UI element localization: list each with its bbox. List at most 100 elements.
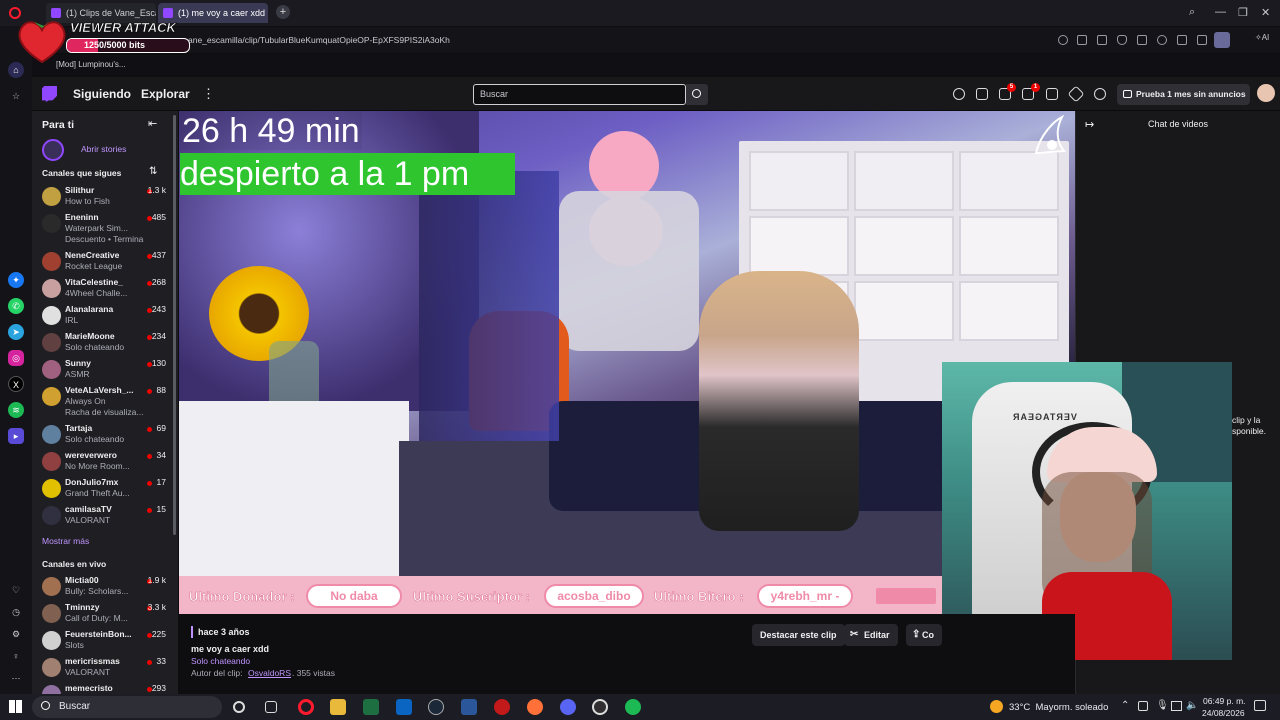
- search-tabs-icon[interactable]: ⌕: [1189, 6, 1195, 19]
- followed-channel-item[interactable]: Sunny ASMR 130: [42, 356, 172, 382]
- tips-icon[interactable]: ♀: [8, 648, 24, 664]
- followed-channel-item[interactable]: VitaCelestine_ 4Wheel Challe... 268: [42, 275, 172, 301]
- camera-icon[interactable]: [1097, 35, 1107, 45]
- aria-ai-icon[interactable]: ✧AI: [1255, 33, 1269, 42]
- followed-channel-item[interactable]: Tartaja Solo chateando 69: [42, 421, 172, 447]
- instagram-icon[interactable]: ◎: [8, 350, 24, 366]
- shield-icon[interactable]: [1117, 35, 1127, 45]
- firefox-icon[interactable]: [527, 699, 543, 715]
- search-button[interactable]: [686, 84, 708, 105]
- whatsapp-icon[interactable]: ✆: [8, 298, 24, 314]
- messenger-icon[interactable]: ✦: [8, 272, 24, 288]
- opera-taskbar-icon[interactable]: [298, 699, 314, 715]
- task-view-icon[interactable]: [265, 701, 277, 713]
- box-icon[interactable]: [1137, 35, 1147, 45]
- edit-clip-button[interactable]: ✂ Editar: [844, 624, 898, 646]
- prime-loot-icon[interactable]: [953, 88, 965, 100]
- show-more-link[interactable]: Mostrar más: [42, 536, 89, 546]
- followed-channel-item[interactable]: Silithur How to Fish 1.3 k: [42, 183, 172, 209]
- open-stories-link[interactable]: Abrir stories: [81, 144, 126, 154]
- discord-icon[interactable]: [560, 699, 576, 715]
- edit-icon[interactable]: [1077, 35, 1087, 45]
- followed-channel-item[interactable]: DonJulio7mx Grand Theft Au... 17: [42, 475, 172, 501]
- followed-channel-item[interactable]: VeteALaVersh_... Always On 88 Racha de visu…: [42, 383, 172, 417]
- more-sidebar-icon[interactable]: ⋯: [8, 670, 24, 686]
- nav-more-icon[interactable]: ⋮: [202, 86, 215, 102]
- turbo-icon[interactable]: [1094, 88, 1106, 100]
- cortana-icon[interactable]: [233, 701, 245, 713]
- live-item[interactable]: Tminnzy Call of Duty: M... 3.3 k: [42, 600, 172, 626]
- sort-icon[interactable]: ⇅: [149, 166, 157, 177]
- notification-center-icon[interactable]: [1254, 700, 1266, 711]
- history-icon[interactable]: ◷: [8, 604, 24, 620]
- clock-time[interactable]: 06:49 p. m.: [1203, 696, 1246, 706]
- steam-icon[interactable]: [428, 699, 444, 715]
- star-icon[interactable]: ☆: [8, 88, 24, 104]
- search-page-icon[interactable]: [1058, 35, 1068, 45]
- followed-channel-item[interactable]: camilasaTV VALORANT 15: [42, 502, 172, 528]
- record-icon[interactable]: [494, 699, 510, 715]
- outlook-icon[interactable]: [396, 699, 412, 715]
- user-avatar[interactable]: [1257, 84, 1275, 102]
- followed-channel-item[interactable]: wereverwero No More Room... 34: [42, 448, 172, 474]
- stories-avatar[interactable]: [42, 139, 64, 161]
- network-icon[interactable]: [1171, 701, 1182, 711]
- expand-chat-icon[interactable]: ↦: [1085, 118, 1094, 131]
- volume-icon[interactable]: 🔈: [1186, 700, 1198, 711]
- inbox-badge: 5: [1007, 83, 1016, 92]
- followed-channel-item[interactable]: MarieMoone Solo chateando 234: [42, 329, 172, 355]
- x-icon[interactable]: X: [8, 376, 24, 392]
- minimize-icon[interactable]: —: [1215, 6, 1226, 18]
- close-window-icon[interactable]: ✕: [1261, 6, 1270, 19]
- chair: [559, 191, 699, 351]
- followed-channel-item[interactable]: NeneCreative Rocket League 437: [42, 248, 172, 274]
- tray-app-icon[interactable]: [1138, 701, 1148, 711]
- channel-name: Eneninn: [65, 212, 99, 222]
- excel-icon[interactable]: [363, 699, 379, 715]
- heart-bookmark-icon[interactable]: [1157, 35, 1167, 45]
- telegram-icon[interactable]: ➤: [8, 324, 24, 340]
- url-field[interactable]: ane_escamilla/clip/TubularBlueKumquatOpi…: [188, 35, 450, 45]
- microphone-icon[interactable]: 🎙: [1156, 700, 1169, 711]
- clip-video-player[interactable]: 26 h 49 min despierto a la 1 pm Ultimo D…: [179, 111, 1075, 614]
- clock-date[interactable]: 24/08/2026: [1202, 708, 1245, 718]
- search-input[interactable]: Buscar: [473, 84, 686, 105]
- live-item[interactable]: memecristo 293: [42, 681, 172, 694]
- spotify-icon[interactable]: ≋: [8, 402, 24, 418]
- new-tab-button[interactable]: +: [276, 5, 290, 19]
- live-item[interactable]: mericrissmas VALORANT 33: [42, 654, 172, 680]
- followed-channel-item[interactable]: Eneninn Waterpark Sim... 485 Descuento • Te…: [42, 210, 172, 244]
- nav-browse[interactable]: Explorar: [141, 87, 190, 101]
- live-item[interactable]: FeuersteinBon... Slots 225: [42, 627, 172, 653]
- spotify-taskbar-icon[interactable]: [625, 699, 641, 715]
- heart-icon[interactable]: ♡: [8, 582, 24, 598]
- clip-author-link[interactable]: OsvaldoRS: [248, 668, 291, 678]
- twitch-logo-icon[interactable]: [42, 86, 57, 102]
- player-icon[interactable]: ▸: [8, 428, 24, 444]
- file-explorer-icon[interactable]: [330, 699, 346, 715]
- followed-channel-item[interactable]: Alanalarana IRL 243: [42, 302, 172, 328]
- maximize-icon[interactable]: ❐: [1238, 6, 1248, 19]
- channel-avatar: [42, 360, 61, 379]
- windows-start-icon[interactable]: [9, 700, 22, 713]
- taskbar-search[interactable]: Buscar: [32, 696, 222, 718]
- whispers-icon[interactable]: [1046, 88, 1058, 100]
- feature-clip-button[interactable]: Destacar este clip: [752, 624, 845, 646]
- live-item[interactable]: Mictia00 Bully: Scholars... 1.9 k: [42, 573, 172, 599]
- word-icon[interactable]: [461, 699, 477, 715]
- obs-icon[interactable]: [592, 699, 608, 715]
- collapse-sidebar-icon[interactable]: ⇤: [148, 117, 157, 130]
- weather-text[interactable]: 33°C Mayorm. soleado: [1009, 702, 1108, 713]
- drops-icon[interactable]: [976, 88, 988, 100]
- nav-following[interactable]: Siguiendo: [73, 87, 131, 101]
- clip-category-link[interactable]: Solo chateando: [191, 656, 250, 666]
- tray-chevron-icon[interactable]: ⌃: [1121, 700, 1129, 711]
- menu-icon[interactable]: [1197, 35, 1207, 45]
- share-clip-button[interactable]: ⇪ Co: [906, 624, 942, 646]
- download-icon[interactable]: [1177, 35, 1187, 45]
- settings-icon[interactable]: ⚙: [8, 626, 24, 642]
- clip-age: hace 3 años: [198, 627, 250, 637]
- ad-free-promo-button[interactable]: Prueba 1 mes sin anuncios: [1117, 84, 1250, 105]
- profile-icon[interactable]: [1214, 32, 1230, 48]
- sidebar-scrollbar[interactable]: [173, 115, 176, 535]
